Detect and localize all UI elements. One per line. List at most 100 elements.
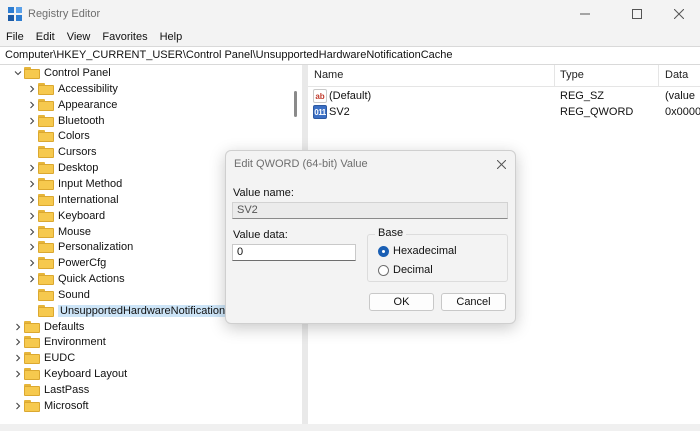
folder-icon bbox=[38, 98, 54, 111]
folder-icon bbox=[24, 352, 40, 365]
column-divider[interactable] bbox=[658, 65, 659, 87]
value-name-label: Value name: bbox=[233, 187, 294, 199]
folder-icon bbox=[24, 336, 40, 349]
tree-item-label: Keyboard bbox=[58, 209, 106, 222]
list-row[interactable]: ab (Default) REG_SZ (value bbox=[308, 88, 700, 104]
tree-item[interactable]: Keyboard Layout bbox=[12, 366, 127, 382]
binary-value-icon: 011 bbox=[313, 105, 327, 119]
radio-decimal[interactable]: Decimal bbox=[378, 263, 433, 277]
tree-item[interactable]: Cursors bbox=[26, 144, 97, 160]
menu-view[interactable]: View bbox=[67, 31, 91, 43]
tree-item[interactable]: Personalization bbox=[26, 239, 133, 255]
tree-item[interactable]: Sound bbox=[26, 287, 90, 303]
folder-icon bbox=[38, 114, 54, 127]
folder-icon bbox=[38, 257, 54, 270]
value-data-field[interactable]: 0 bbox=[232, 244, 356, 261]
menu-file[interactable]: File bbox=[6, 31, 24, 43]
tree-item[interactable]: Control Panel bbox=[12, 65, 111, 81]
tree-item[interactable]: Desktop bbox=[26, 160, 98, 176]
ok-button[interactable]: OK bbox=[369, 293, 434, 311]
tree-item-label: EUDC bbox=[44, 352, 76, 365]
horizontal-scrollbar[interactable] bbox=[0, 424, 700, 431]
chevron-right-icon[interactable] bbox=[12, 334, 24, 350]
tree-item-label: Microsoft bbox=[44, 399, 89, 412]
chevron-right-icon[interactable] bbox=[26, 224, 38, 240]
chevron-right-icon[interactable] bbox=[12, 350, 24, 366]
tree-item-label: Input Method bbox=[58, 177, 123, 190]
folder-icon bbox=[38, 225, 54, 238]
tree-item-label: Environment bbox=[44, 336, 106, 349]
tree-scrollbar-thumb[interactable] bbox=[294, 91, 297, 117]
chevron-right-icon[interactable] bbox=[26, 255, 38, 271]
list-header: Name Type Data bbox=[308, 65, 700, 87]
chevron-right-icon[interactable] bbox=[26, 208, 38, 224]
address-bar[interactable]: Computer\HKEY_CURRENT_USER\Control Panel… bbox=[0, 46, 700, 65]
column-data-header[interactable]: Data bbox=[665, 69, 688, 81]
menu-favorites[interactable]: Favorites bbox=[102, 31, 147, 43]
chevron-right-icon[interactable] bbox=[26, 160, 38, 176]
tree-item-label: LastPass bbox=[44, 384, 90, 396]
column-name-header[interactable]: Name bbox=[314, 69, 343, 81]
tree-item-label: Personalization bbox=[58, 241, 134, 254]
column-divider[interactable] bbox=[554, 65, 555, 87]
tree-item[interactable]: Microsoft bbox=[12, 398, 89, 414]
chevron-right-icon[interactable] bbox=[26, 239, 38, 255]
radio-hexadecimal-button[interactable] bbox=[378, 245, 389, 257]
folder-icon bbox=[24, 320, 40, 333]
folder-icon bbox=[38, 241, 54, 254]
radio-decimal-button[interactable] bbox=[378, 264, 389, 276]
value-data: 0x0000 bbox=[665, 106, 700, 118]
chevron-right-icon[interactable] bbox=[26, 81, 38, 97]
tree-item[interactable]: Mouse bbox=[26, 224, 91, 240]
tree-item-label: International bbox=[58, 193, 119, 206]
tree-item[interactable]: Environment bbox=[12, 334, 106, 350]
tree-item-label: Appearance bbox=[58, 98, 118, 111]
tree-item[interactable]: EUDC bbox=[12, 350, 75, 366]
menu-bar: File Edit View Favorites Help bbox=[0, 28, 700, 46]
chevron-right-icon[interactable] bbox=[26, 113, 38, 129]
dialog-title: Edit QWORD (64-bit) Value bbox=[234, 158, 368, 170]
menu-edit[interactable]: Edit bbox=[36, 31, 55, 43]
chevron-right-icon[interactable] bbox=[26, 192, 38, 208]
chevron-right-icon[interactable] bbox=[12, 398, 24, 414]
maximize-button[interactable] bbox=[614, 0, 660, 28]
tree-item[interactable]: Bluetooth bbox=[26, 113, 104, 129]
folder-icon bbox=[38, 146, 54, 159]
tree-item[interactable]: UnsupportedHardwareNotificationCache bbox=[26, 303, 259, 319]
tree-item-label: Cursors bbox=[58, 146, 97, 159]
string-value-icon: ab bbox=[313, 89, 327, 103]
tree-item[interactable]: PowerCfg bbox=[26, 255, 106, 271]
close-button[interactable] bbox=[656, 0, 700, 28]
tree-item[interactable]: Quick Actions bbox=[26, 271, 125, 287]
tree-item[interactable]: LastPass bbox=[12, 382, 89, 398]
tree-item-label: Sound bbox=[58, 288, 90, 301]
folder-icon bbox=[24, 67, 40, 79]
chevron-right-icon[interactable] bbox=[12, 366, 24, 382]
chevron-right-icon[interactable] bbox=[12, 319, 24, 335]
column-type-header[interactable]: Type bbox=[560, 69, 584, 81]
chevron-right-icon[interactable] bbox=[26, 176, 38, 192]
minimize-button[interactable] bbox=[562, 0, 608, 28]
tree-item[interactable]: Keyboard bbox=[26, 208, 105, 224]
radio-hexadecimal[interactable]: Hexadecimal bbox=[378, 244, 457, 258]
chevron-right-icon[interactable] bbox=[26, 97, 38, 113]
menu-help[interactable]: Help bbox=[160, 31, 183, 43]
tree-item[interactable]: Colors bbox=[26, 128, 90, 144]
chevron-right-icon[interactable] bbox=[26, 271, 38, 287]
cancel-button[interactable]: Cancel bbox=[441, 293, 506, 311]
tree-item[interactable]: Input Method bbox=[26, 176, 122, 192]
chevron-down-icon[interactable] bbox=[12, 65, 24, 81]
tree-item[interactable]: International bbox=[26, 192, 119, 208]
folder-icon bbox=[24, 399, 40, 412]
value-name-field[interactable]: SV2 bbox=[232, 202, 508, 219]
folder-icon bbox=[38, 273, 54, 286]
tree-item-label: Control Panel bbox=[44, 67, 111, 79]
tree-item[interactable]: Defaults bbox=[12, 319, 84, 335]
tree-item[interactable]: Accessibility bbox=[26, 81, 118, 97]
list-row[interactable]: 011 SV2 REG_QWORD 0x0000 bbox=[308, 104, 700, 120]
dialog-close-button[interactable] bbox=[492, 155, 510, 173]
tree-item[interactable]: Appearance bbox=[26, 97, 117, 113]
tree-item-label: Quick Actions bbox=[58, 273, 125, 286]
